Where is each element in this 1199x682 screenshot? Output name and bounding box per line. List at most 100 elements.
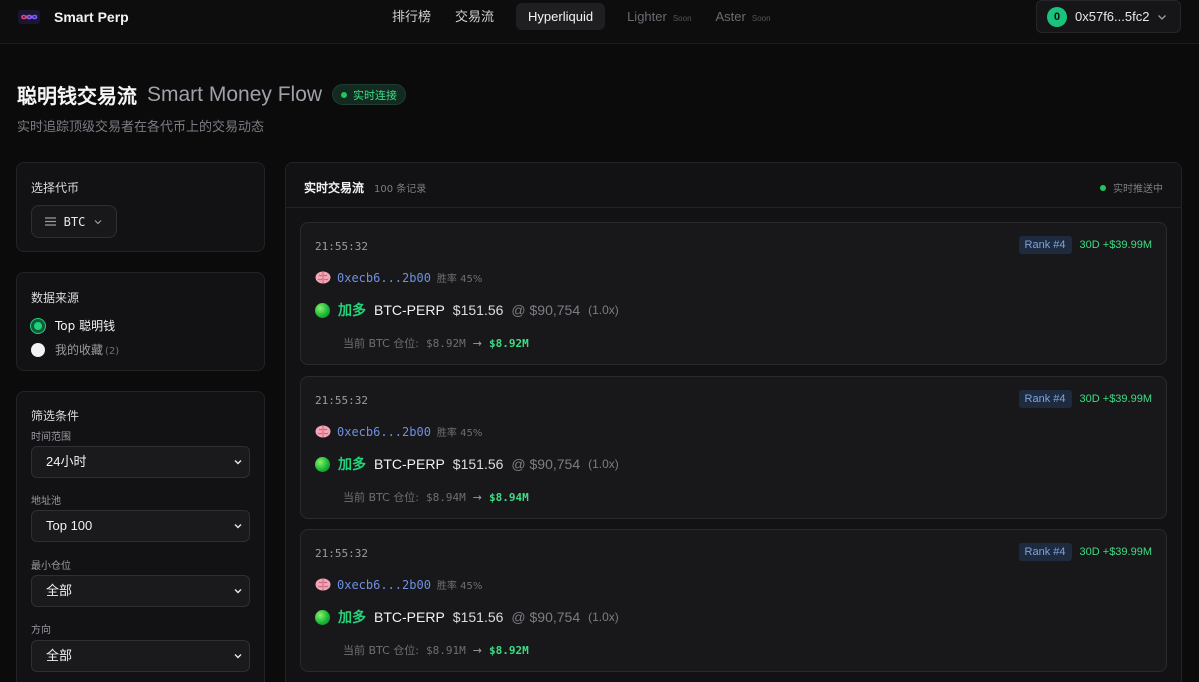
min-position-select[interactable]: 全部 [31, 575, 250, 607]
win-rate: 胜率 45% [436, 428, 483, 439]
source-option-favorites[interactable]: 我的收藏 (2) [31, 341, 119, 358]
position-to: $8.92M [488, 643, 529, 657]
green-circle-icon [315, 609, 330, 625]
nav-link-lighter[interactable]: Lighter Soon [615, 3, 703, 30]
rank-badge: Rank #4 [1018, 543, 1072, 561]
trade-amount: $151.56 [452, 456, 504, 472]
nav-link-hyperliquid[interactable]: Hyperliquid [516, 3, 606, 30]
nav-link-aster-label: Aster [715, 9, 746, 24]
brain-icon [315, 425, 331, 438]
trade-time: 21:55:32 [315, 240, 368, 253]
infinity-logo-icon [18, 10, 40, 24]
coin-select-value: BTC [63, 214, 86, 229]
trade-price: @ $90,754 [511, 456, 581, 472]
wallet-address: 0x57f6...5fc2 [1075, 9, 1150, 24]
green-circle-icon [315, 456, 330, 472]
trade-detail: 加多 BTC-PERP $151.56 @ $90,754 (1.0x) [315, 607, 619, 627]
win-rate: 胜率 45% [436, 581, 483, 592]
trader-address-link[interactable]: 0xecb6...2b00 [337, 578, 431, 592]
trade-leverage: (1.0x) [588, 457, 619, 471]
source-option-text: 我的收藏 [55, 343, 104, 357]
trader-address-link[interactable]: 0xecb6...2b00 [337, 271, 431, 285]
source-panel-title: 数据来源 [31, 291, 80, 305]
source-option-label: Top 聪明钱 [55, 319, 116, 333]
source-panel: 数据来源 Top 聪明钱 我的收藏 (2) [16, 272, 265, 371]
trade-price: @ $90,754 [511, 609, 581, 625]
pnl-30d: 30D +$39.99M [1079, 393, 1152, 405]
trader-rank: Rank #4 30D +$39.99M [1018, 543, 1152, 561]
trader-info: 0xecb6...2b00 胜率 45% [315, 270, 482, 285]
trade-card[interactable]: 21:55:32 Rank #4 30D +$39.99M 0xecb6...2… [300, 222, 1167, 365]
position-label: 当前 BTC 仓位: [343, 337, 420, 350]
wallet-button[interactable]: 0 0x57f6...5fc2 [1036, 0, 1181, 33]
direction-select[interactable]: 全部 [31, 640, 250, 672]
brand[interactable]: Smart Perp [18, 8, 129, 26]
brand-name: Smart Perp [54, 9, 129, 25]
position-change: 当前 BTC 仓位: $8.94M → $8.94M [343, 489, 529, 505]
position-from: $8.91M [426, 643, 466, 657]
page-title: 聪明钱交易流 Smart Money Flow 实时连接 [17, 80, 407, 109]
trade-leverage: (1.0x) [588, 610, 619, 624]
source-option-top[interactable]: Top 聪明钱 [31, 317, 115, 334]
pnl-30d: 30D +$39.99M [1079, 546, 1152, 558]
radio-unselected-icon [31, 342, 45, 357]
trade-time: 21:55:32 [315, 394, 368, 407]
filters-panel: 筛选条件 时间范围 24小时 地址池 Top 100 最小仓位 全部 方向 全部 [16, 391, 265, 682]
time-range-label: 时间范围 [31, 432, 71, 443]
green-circle-icon [315, 302, 330, 318]
chevron-down-icon [234, 524, 242, 529]
rank-badge: Rank #4 [1018, 390, 1072, 408]
favorites-count: (2) [105, 346, 120, 357]
trade-detail: 加多 BTC-PERP $151.56 @ $90,754 (1.0x) [315, 454, 619, 474]
position-change: 当前 BTC 仓位: $8.92M → $8.92M [343, 335, 529, 351]
chevron-down-icon [94, 219, 102, 224]
brain-icon [315, 578, 331, 591]
trade-side: 加多 [338, 303, 366, 319]
list-icon [44, 217, 56, 226]
coin-panel: 选择代币 BTC [16, 162, 265, 252]
nav-link-aster[interactable]: Aster Soon [704, 3, 783, 30]
status-dot-icon [1100, 184, 1106, 191]
trader-info: 0xecb6...2b00 胜率 45% [315, 577, 482, 592]
win-rate: 胜率 45% [436, 274, 483, 285]
trade-price: @ $90,754 [511, 302, 581, 318]
page-subtitle: 实时追踪顶级交易者在各代币上的交易动态 [17, 120, 265, 135]
trade-card[interactable]: 21:55:32 Rank #4 30D +$39.99M 0xecb6...2… [300, 529, 1167, 672]
trade-leverage: (1.0x) [588, 303, 619, 317]
status-dot-icon [341, 91, 348, 98]
rank-badge: Rank #4 [1018, 236, 1072, 254]
time-range-select[interactable]: 24小时 [31, 446, 250, 478]
trade-time: 21:55:32 [315, 547, 368, 560]
position-label: 当前 BTC 仓位: [343, 491, 420, 504]
trade-feed-status-label: 实时推送中 [1113, 184, 1163, 195]
radio-selected-icon [31, 318, 45, 333]
trade-pair: BTC-PERP [374, 456, 445, 472]
brain-icon [315, 271, 331, 284]
trade-card[interactable]: 21:55:32 Rank #4 30D +$39.99M 0xecb6...2… [300, 376, 1167, 519]
direction-value: 全部 [46, 648, 73, 663]
trade-pair: BTC-PERP [374, 609, 445, 625]
coin-panel-title: 选择代币 [31, 181, 80, 195]
chevron-down-icon [234, 589, 242, 594]
page-title-cn: 聪明钱交易流 [17, 84, 137, 108]
arrow-right-icon: → [472, 643, 482, 657]
trade-amount: $151.56 [452, 302, 504, 318]
min-position-value: 全部 [46, 583, 73, 598]
nav-link-leaderboard[interactable]: 排行榜 [380, 3, 443, 30]
position-from: $8.94M [426, 490, 466, 504]
min-position-label: 最小仓位 [31, 561, 71, 572]
trader-address-link[interactable]: 0xecb6...2b00 [337, 425, 431, 439]
arrow-right-icon: → [472, 490, 482, 504]
live-status-label: 实时连接 [353, 88, 398, 102]
address-pool-select[interactable]: Top 100 [31, 510, 250, 542]
position-to: $8.92M [488, 336, 529, 350]
time-range-value: 24小时 [46, 454, 87, 469]
position-to: $8.94M [488, 490, 529, 504]
nav-link-trade-flow[interactable]: 交易流 [443, 3, 506, 30]
trade-amount: $151.56 [452, 609, 504, 625]
direction-label: 方向 [31, 625, 51, 636]
trade-feed-status: 实时推送中 [1100, 180, 1163, 195]
trade-side: 加多 [338, 457, 366, 473]
source-option-label: 我的收藏 (2) [55, 341, 119, 358]
coin-select[interactable]: BTC [31, 205, 117, 238]
